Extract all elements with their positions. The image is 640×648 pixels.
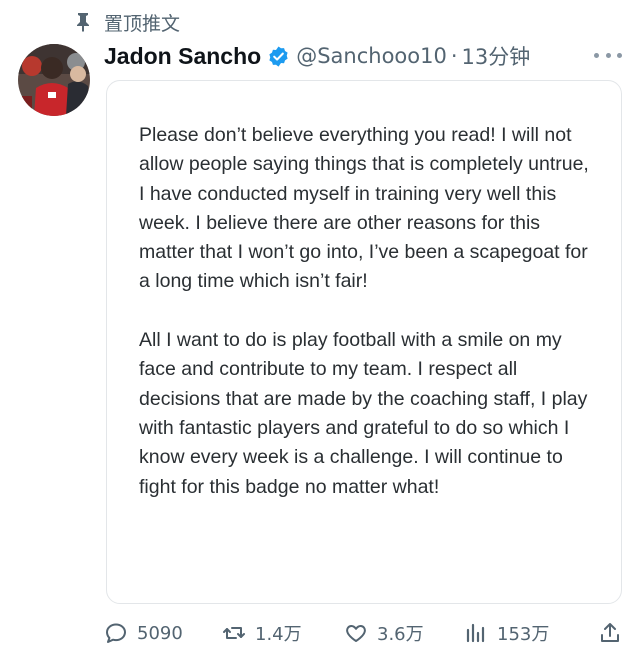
pinned-indicator: 置顶推文 — [72, 8, 180, 36]
tweet-header: Jadon Sancho @Sanchooo10 · 13分钟 — [104, 38, 530, 74]
avatar[interactable] — [18, 44, 90, 116]
heart-icon — [346, 625, 366, 642]
pinned-label: 置顶推文 — [104, 12, 181, 35]
tweet-image-card[interactable]: Please don’t believe everything you read… — [106, 80, 622, 604]
views-button[interactable]: 153万 — [464, 618, 549, 648]
more-dot — [594, 52, 599, 58]
reply-count: 5090 — [137, 622, 183, 644]
separator-dot: · — [450, 44, 458, 68]
verified-badge-icon — [267, 45, 290, 68]
statement-paragraph-2: All I want to do is play football with a… — [139, 329, 588, 498]
tweet-statement-text: Please don’t believe everything you read… — [139, 121, 599, 531]
more-dot — [605, 52, 611, 58]
like-button[interactable]: 3.6万 — [344, 618, 424, 648]
author-handle[interactable]: @Sanchooo10 — [296, 44, 447, 68]
tweet-action-bar: 5090 1.4万 3.6万 153万 — [104, 618, 624, 648]
retweet-icon — [223, 627, 245, 639]
retweet-count: 1.4万 — [255, 624, 302, 645]
avatar-photo — [18, 44, 90, 116]
reply-icon — [106, 623, 126, 643]
more-dot — [617, 52, 622, 58]
pin-icon — [72, 11, 94, 33]
reply-button[interactable]: 5090 — [104, 618, 183, 648]
share-button[interactable] — [598, 618, 631, 648]
statement-paragraph-1: Please don’t believe everything you read… — [139, 124, 589, 293]
tweet-timestamp[interactable]: 13分钟 — [462, 41, 531, 71]
share-icon — [601, 623, 619, 642]
retweet-button[interactable]: 1.4万 — [222, 618, 302, 648]
like-count: 3.6万 — [377, 624, 424, 645]
more-options-icon[interactable] — [594, 48, 622, 62]
views-chart-icon — [466, 623, 485, 643]
views-count: 153万 — [497, 624, 550, 645]
author-display-name[interactable]: Jadon Sancho — [104, 43, 261, 70]
